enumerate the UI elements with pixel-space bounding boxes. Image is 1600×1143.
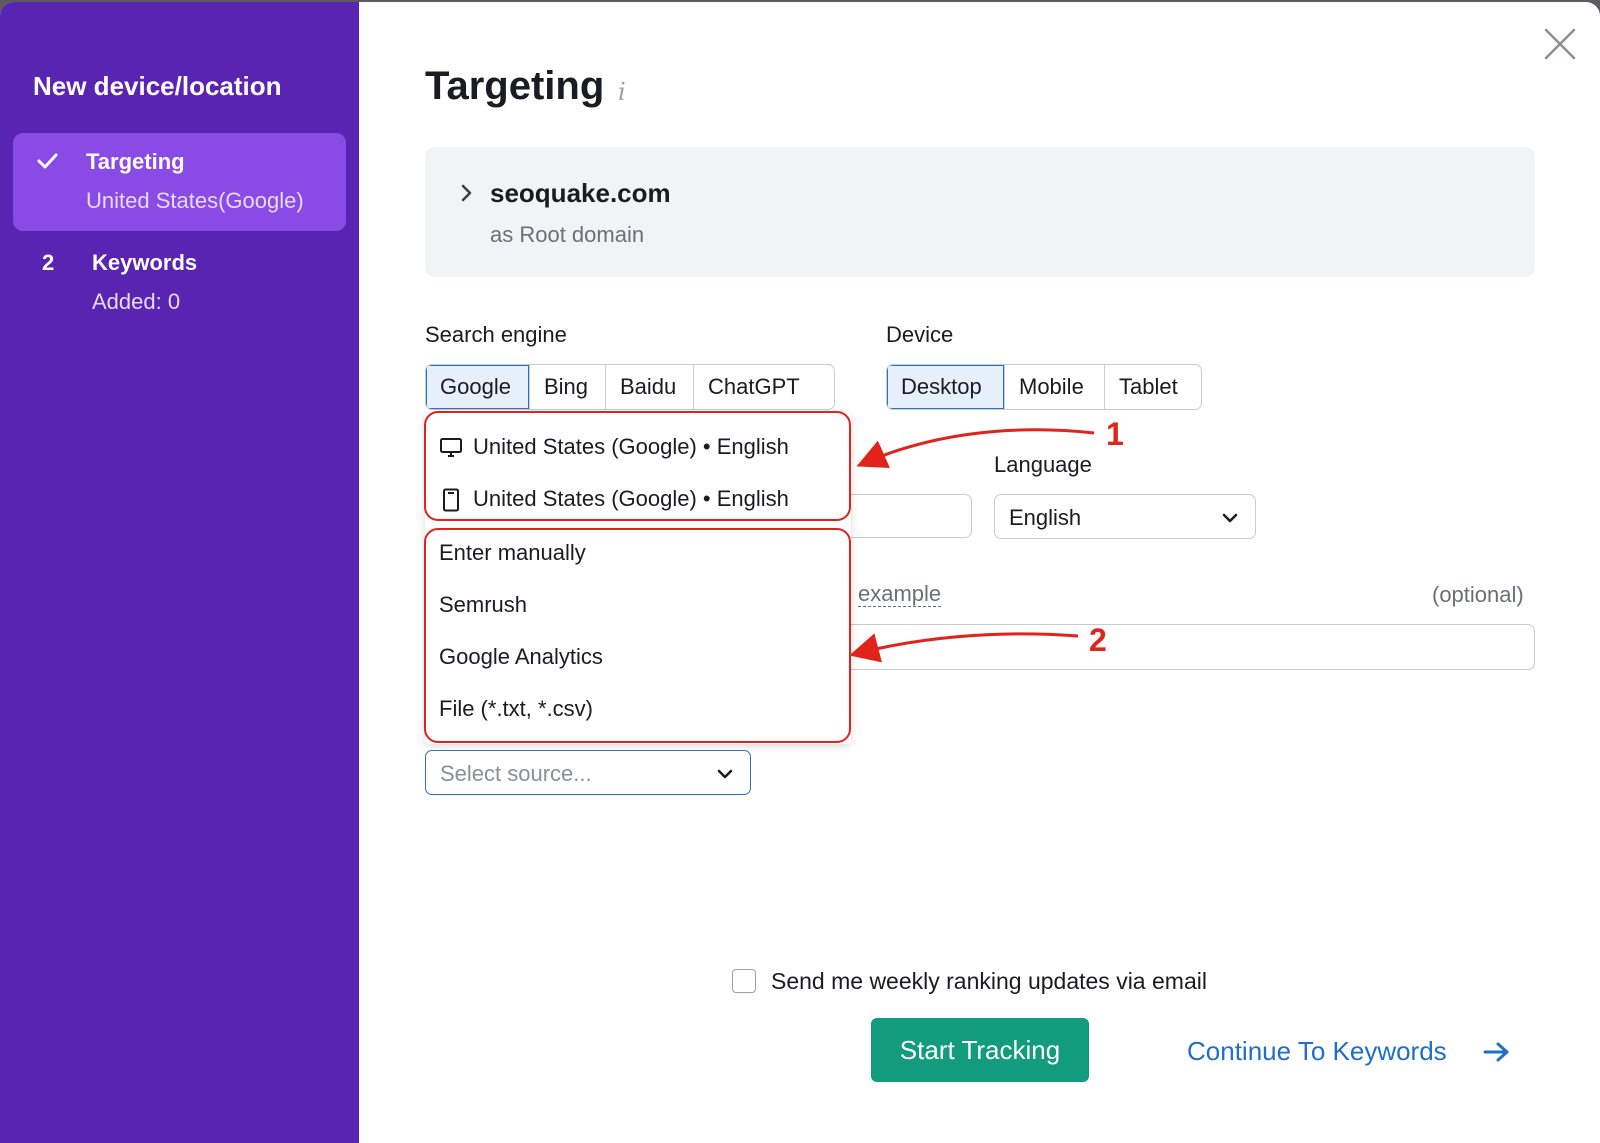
arrow-right-icon[interactable] (1483, 1041, 1511, 1063)
source-option-label: Google Analytics (439, 644, 603, 669)
sidebar-title: New device/location (33, 71, 282, 101)
step-keywords[interactable]: 2 Keywords Added: 0 (0, 240, 359, 320)
domain-card: seoquake.com as Root domain (425, 147, 1535, 277)
example-link[interactable]: example (858, 582, 942, 607)
search-engine-label: Search engine (425, 322, 567, 347)
engine-chatgpt-button[interactable]: ChatGPT (694, 365, 832, 409)
recent-location-text: United States (Google) • English (473, 434, 789, 459)
recent-location-desktop[interactable]: United States (Google) • English (425, 422, 851, 472)
source-option-label: File (*.txt, *.csv) (439, 696, 594, 721)
modal-dialog: New device/location Targeting United Sta… (0, 2, 1600, 1143)
email-updates-checkbox[interactable] (732, 969, 756, 993)
page-title: Targeting (425, 64, 605, 108)
step-keywords-label: Keywords (92, 250, 198, 275)
info-icon[interactable]: i (618, 78, 626, 106)
chevron-down-icon (1222, 513, 1238, 523)
step-targeting[interactable]: Targeting United States(Google) (13, 133, 346, 231)
mobile-icon (443, 488, 459, 512)
domain-type: as Root domain (490, 222, 645, 247)
sidebar: New device/location Targeting United Sta… (0, 2, 359, 1143)
device-tablet-button[interactable]: Tablet (1105, 365, 1199, 409)
engine-google-button[interactable]: Google (426, 365, 530, 409)
source-file[interactable]: File (*.txt, *.csv) (425, 684, 851, 734)
checkmark-icon (37, 153, 58, 169)
step-targeting-label: Targeting (86, 149, 185, 174)
source-select[interactable]: Select source... (425, 750, 751, 795)
language-value: English (1009, 505, 1082, 530)
source-option-label: Semrush (439, 592, 528, 617)
step-targeting-sub: United States(Google) (86, 188, 304, 213)
recent-location-mobile[interactable]: United States (Google) • English (425, 474, 851, 524)
device-mobile-button[interactable]: Mobile (1005, 365, 1105, 409)
source-semrush[interactable]: Semrush (425, 580, 851, 630)
engine-bing-button[interactable]: Bing (530, 365, 606, 409)
optional-label: (optional) (1432, 582, 1524, 607)
desktop-icon (440, 438, 462, 457)
chevron-right-icon[interactable] (457, 183, 477, 203)
language-label: Language (994, 452, 1092, 477)
source-enter-manually[interactable]: Enter manually (425, 528, 851, 578)
business-name-input[interactable] (800, 624, 1535, 670)
engine-baidu-button[interactable]: Baidu (606, 365, 694, 409)
source-option-label: Enter manually (439, 540, 586, 565)
chevron-down-icon (717, 769, 733, 779)
start-tracking-button[interactable]: Start Tracking (871, 1018, 1089, 1082)
continue-to-keywords-link[interactable]: Continue To Keywords (1187, 1036, 1447, 1067)
search-engine-selector: Google Bing Baidu ChatGPT (425, 364, 835, 410)
close-icon[interactable] (1542, 26, 1578, 62)
step-keywords-sub: Added: 0 (92, 289, 181, 314)
step-number: 2 (42, 250, 55, 275)
annotation-marker-2: 2 (1089, 622, 1107, 658)
source-placeholder: Select source... (440, 761, 592, 786)
recent-location-text: United States (Google) • English (473, 486, 789, 511)
annotation-marker-1: 1 (1106, 416, 1124, 452)
device-desktop-button[interactable]: Desktop (887, 365, 1005, 409)
domain-name: seoquake.com (490, 178, 671, 208)
dropdown-menu: United States (Google) • English United … (425, 412, 851, 744)
device-label: Device (886, 322, 954, 347)
source-google-analytics[interactable]: Google Analytics (425, 632, 851, 682)
language-select[interactable]: English (994, 494, 1256, 539)
email-updates-label: Send me weekly ranking updates via email (771, 968, 1207, 994)
device-selector: Desktop Mobile Tablet (886, 364, 1202, 410)
